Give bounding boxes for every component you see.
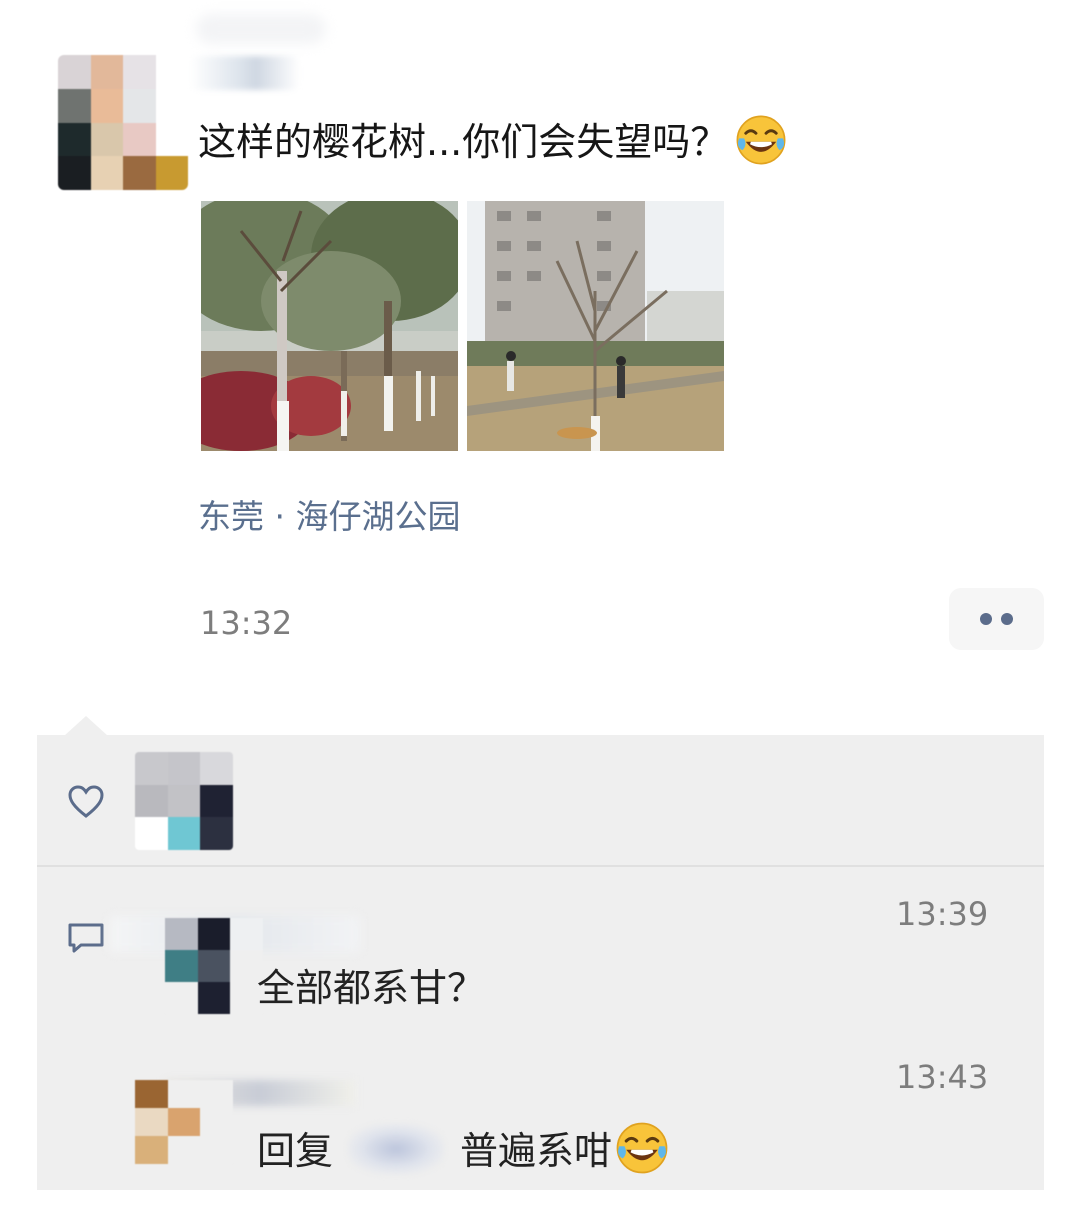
commenter-1-avatar[interactable] (165, 918, 263, 1014)
tears-of-joy-emoji-icon (736, 115, 786, 165)
two-dots-icon (1001, 613, 1013, 625)
post-text: 这样的樱花树...你们会失望吗？ (198, 112, 788, 172)
comment-bubble-icon (68, 923, 104, 953)
reply-target-name[interactable] (348, 1124, 444, 1174)
author-name[interactable] (190, 56, 300, 90)
two-dots-icon (980, 613, 992, 625)
panel-pointer (64, 716, 108, 736)
tears-of-joy-emoji-icon (616, 1122, 668, 1174)
post-time: 13:32 (200, 604, 293, 642)
bare-trees-building-image (467, 201, 724, 451)
post-photo-1[interactable] (201, 201, 458, 451)
heart-outline-icon (68, 785, 104, 818)
comment-2-text-content: 普遍系咁 (460, 1129, 613, 1173)
location-link[interactable]: 东莞 · 海仔湖公园 (198, 490, 460, 538)
comment-2-time: 13:43 (896, 1058, 989, 1096)
more-actions-button[interactable] (949, 588, 1044, 650)
panel-divider (37, 865, 1044, 867)
post-text-content: 这样的樱花树...你们会失望吗？ (198, 120, 729, 164)
comment-1-text[interactable]: 全部都系甘？ (257, 957, 485, 1012)
author-avatar[interactable] (58, 55, 188, 190)
post-photo-2[interactable] (467, 201, 724, 451)
comment-2-text[interactable]: 普遍系咁 (460, 1120, 670, 1176)
like-avatar[interactable] (135, 752, 233, 850)
commenter-2-avatar[interactable] (135, 1080, 233, 1164)
cherry-trees-park-image (201, 201, 458, 451)
reply-prefix: 回复 (257, 1129, 334, 1173)
author-name-blur-top (196, 14, 326, 44)
comment-1-time: 13:39 (896, 895, 989, 933)
